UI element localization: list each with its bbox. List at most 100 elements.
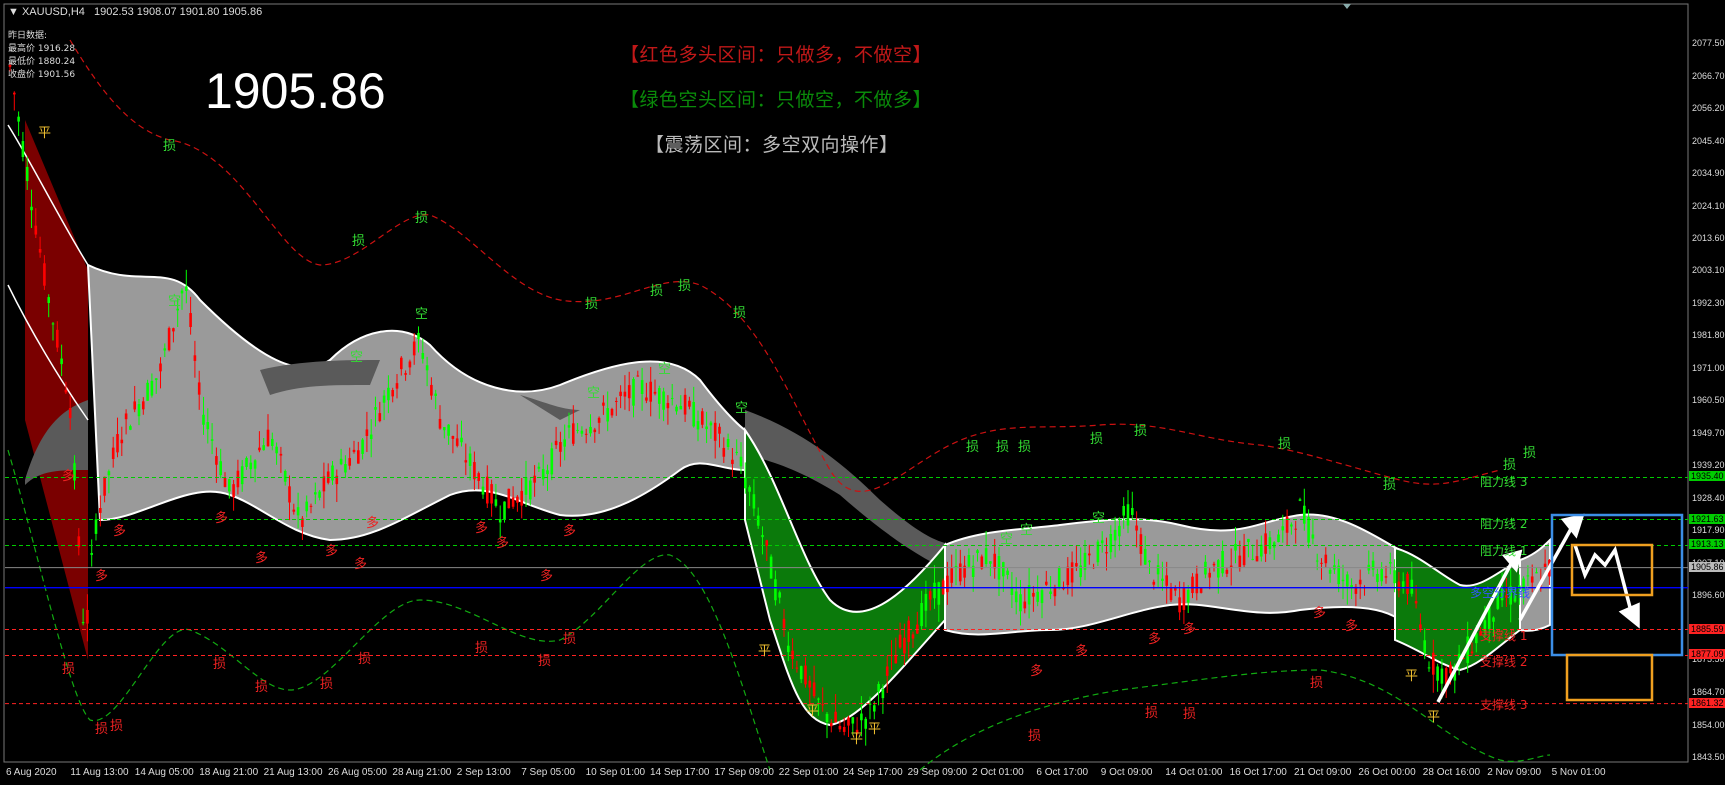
price-axis-label: 1854.00	[1692, 719, 1725, 730]
candle-body	[520, 490, 523, 506]
time-axis-label: 28 Oct 16:00	[1422, 767, 1481, 778]
stop-mark-red: 损	[95, 722, 109, 737]
candle-body	[559, 441, 562, 452]
short-mark: 空	[168, 294, 182, 309]
stop-mark: 损	[996, 440, 1010, 455]
candle-body	[787, 645, 790, 653]
price-axis-label: 2077.50	[1692, 37, 1725, 48]
dropdown-triangle-icon[interactable]: ▼	[8, 6, 19, 18]
long-mark: 多	[1148, 632, 1162, 647]
candle-body	[486, 476, 489, 504]
candle-body	[464, 460, 468, 463]
candle-body	[851, 717, 855, 724]
candle-body	[266, 429, 270, 447]
candle-body	[103, 476, 106, 496]
long-mark: 多	[540, 569, 554, 584]
time-axis-label: 14 Oct 01:00	[1165, 767, 1223, 778]
candle-body	[1165, 575, 1168, 586]
long-mark: 多	[475, 521, 489, 536]
candle-body	[344, 464, 347, 473]
candle-body	[1320, 562, 1323, 564]
candle-body	[812, 682, 816, 697]
stop-mark-red: 损	[563, 632, 577, 647]
candle-body	[967, 555, 971, 567]
candle-body	[503, 501, 506, 520]
candle-body	[1100, 540, 1104, 544]
price-axis-label: 2034.90	[1692, 167, 1725, 178]
candle-body	[1247, 538, 1250, 543]
candle-body	[498, 519, 502, 523]
candle-body	[731, 459, 734, 465]
candle-body	[305, 501, 308, 512]
candle-body	[748, 487, 751, 492]
candle-body	[1410, 579, 1414, 594]
close-mark: 平	[1405, 669, 1419, 684]
candle-body	[1423, 640, 1426, 653]
candle-body	[1535, 572, 1538, 574]
candle-body	[387, 387, 390, 401]
candle-body	[189, 313, 192, 328]
stop-mark: 损	[1134, 424, 1148, 439]
price-axis-label: 1896.60	[1692, 589, 1725, 600]
stop-mark-red: 损	[213, 657, 227, 672]
time-axis-label: 21 Oct 09:00	[1294, 767, 1352, 778]
candle-body	[1217, 560, 1220, 578]
candle-body	[1492, 617, 1495, 622]
candle-body	[1311, 534, 1315, 539]
candle-body	[202, 414, 205, 425]
candle-body	[34, 225, 38, 235]
candle-body	[959, 563, 962, 582]
time-axis-label: 2 Nov 09:00	[1487, 767, 1542, 778]
candle-body	[365, 429, 369, 436]
candle-body	[90, 553, 93, 555]
candle-body	[1389, 562, 1392, 564]
price-tag: 1935.40	[1689, 471, 1725, 482]
candle-body	[593, 429, 597, 433]
price-axis[interactable]	[1690, 0, 1725, 785]
candle-body	[150, 380, 154, 396]
scroll-marker-icon[interactable]	[1343, 4, 1351, 9]
candle-body	[1139, 534, 1143, 554]
price-axis-label: 2056.20	[1692, 102, 1725, 113]
chart-window[interactable]: ▼ XAUUSD,H4 1902.53 1908.07 1901.80 1905…	[0, 0, 1725, 785]
candle-body	[928, 591, 932, 600]
long-mark: 多	[1075, 644, 1089, 659]
forecast-box-orange-bottom[interactable]	[1565, 653, 1654, 702]
time-axis-label: 26 Aug 05:00	[328, 767, 387, 778]
candle-body	[670, 397, 674, 399]
candle-body	[761, 534, 764, 538]
candle-body	[236, 470, 240, 488]
price-axis-label: 1864.70	[1692, 687, 1725, 698]
candle-body	[228, 479, 231, 492]
long-mark: 多	[1345, 619, 1359, 634]
candle-body	[1109, 533, 1113, 553]
candle-body	[799, 666, 803, 680]
candle-body	[885, 666, 889, 676]
price-axis-label: 2024.10	[1692, 200, 1725, 211]
candle-body	[374, 407, 377, 410]
candle-body	[1075, 563, 1078, 567]
long-mark: 多	[1313, 606, 1327, 621]
candle-body	[99, 508, 102, 513]
candle-body	[933, 582, 936, 599]
candle-body	[451, 435, 455, 439]
candle-body	[980, 556, 984, 569]
candle-body	[554, 440, 558, 446]
candle-body	[597, 417, 601, 423]
stop-mark-red: 损	[358, 652, 372, 667]
long-mark: 多	[255, 551, 269, 566]
candle-body	[1440, 668, 1444, 684]
long-mark: 多	[354, 557, 368, 572]
candle-body	[782, 618, 786, 628]
candle-body	[623, 391, 627, 397]
candle-body	[60, 358, 63, 365]
stop-mark: 损	[966, 440, 980, 455]
close-mark: 平	[38, 126, 52, 141]
candle-body	[645, 397, 648, 401]
time-axis-label: 14 Aug 05:00	[134, 767, 194, 778]
candle-body	[1057, 567, 1061, 587]
stop-mark: 损	[1278, 437, 1292, 452]
candle-body	[1182, 587, 1186, 610]
candle-body	[830, 722, 833, 727]
candle-body	[735, 451, 738, 453]
